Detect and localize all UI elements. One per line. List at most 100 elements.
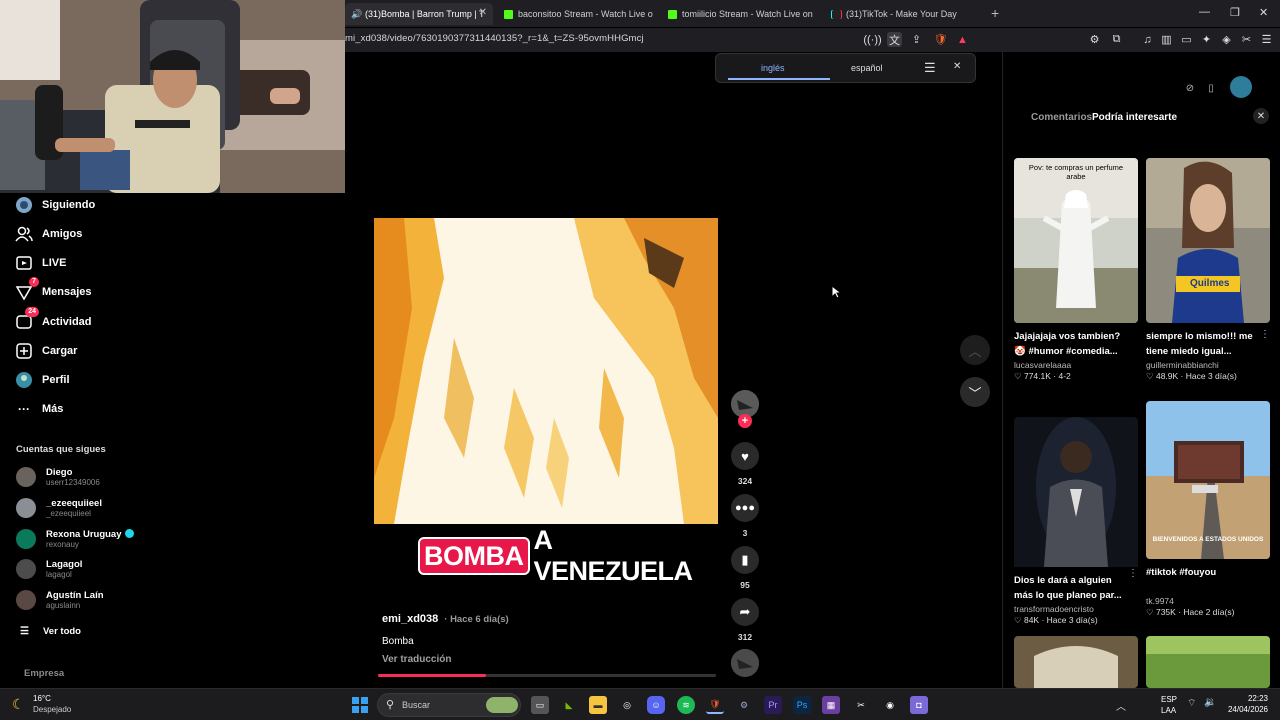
app2-icon[interactable]: ◘: [910, 696, 928, 714]
suggested-video-card[interactable]: Quilmes siempre lo mismo!!! me tiene mie…: [1146, 158, 1270, 382]
video-thumbnail[interactable]: BIENVENIDOS A ESTADOS UNIDOS: [1146, 401, 1270, 559]
suggested-video-thumbnail[interactable]: [1146, 636, 1270, 688]
footer-company[interactable]: Empresa: [24, 668, 64, 679]
tray-chevron-icon[interactable]: ︿: [1116, 698, 1126, 713]
card-user[interactable]: tk.9974: [1146, 596, 1270, 606]
steam-icon[interactable]: ⚙: [735, 696, 753, 714]
translate-menu-icon[interactable]: ☰: [924, 60, 936, 76]
nav-messages[interactable]: 7 Mensajes: [15, 277, 92, 301]
obs-icon[interactable]: ◉: [881, 696, 899, 714]
brave-rewards-icon[interactable]: ▲: [955, 32, 970, 47]
account-item[interactable]: _ezeequiieel _ezeequiieel: [16, 498, 102, 518]
new-tab-button[interactable]: +: [991, 5, 999, 21]
tab-tiktok-bomba[interactable]: 🔊 (31)Bomba | Barron Trump | T ✕: [345, 3, 493, 25]
video-progress-bar[interactable]: [378, 674, 716, 677]
media-icon[interactable]: ♫: [1140, 32, 1155, 47]
like-button[interactable]: ♥: [731, 442, 759, 470]
nav-live[interactable]: LIVE: [15, 254, 66, 272]
phone-icon[interactable]: ▯: [1204, 81, 1218, 95]
lang-source[interactable]: inglés: [761, 63, 785, 73]
video-thumbnail[interactable]: Quilmes: [1146, 158, 1270, 323]
tab-suggested[interactable]: Podría interesarte: [1092, 112, 1177, 123]
menu-icon[interactable]: ☰: [1259, 32, 1274, 47]
card-title[interactable]: Dios le dará a alguien más lo que planeo…: [1014, 573, 1138, 603]
suggested-video-card[interactable]: BIENVENIDOS A ESTADOS UNIDOS #tiktok #fo…: [1146, 401, 1270, 618]
restore-button[interactable]: ❐: [1230, 6, 1240, 19]
translate-icon[interactable]: 文: [887, 32, 902, 47]
tab-baconsitoo[interactable]: baconsitoo Stream - Watch Live o: [498, 3, 656, 25]
sidebar-toggle-icon[interactable]: ▥: [1159, 32, 1174, 47]
suggested-video-thumbnail[interactable]: [1014, 636, 1138, 688]
capcut-icon[interactable]: ✂: [852, 696, 870, 714]
discord-icon[interactable]: ☺: [647, 696, 665, 714]
nav-following[interactable]: Siguiendo: [15, 196, 95, 214]
minimize-button[interactable]: —: [1199, 6, 1210, 18]
lang-target[interactable]: español: [851, 63, 883, 73]
video-thumbnail[interactable]: [1014, 417, 1138, 582]
see-translation-link[interactable]: Ver traducción: [382, 654, 451, 665]
lang-indicator[interactable]: ESP: [1161, 695, 1177, 704]
suggested-video-card[interactable]: [1014, 417, 1138, 582]
extensions-icon[interactable]: ⚙: [1087, 32, 1102, 47]
comment-button[interactable]: ●●●: [731, 494, 759, 522]
weather-desc[interactable]: Despejado: [33, 705, 71, 714]
app-icon[interactable]: ▦: [822, 696, 840, 714]
card-title[interactable]: siempre lo mismo!!! me tiene miedo igual…: [1146, 329, 1270, 359]
brave-icon[interactable]: 🛡: [706, 696, 724, 714]
more-options-icon[interactable]: ⋮: [1128, 568, 1138, 579]
close-icon[interactable]: ✕: [953, 61, 961, 72]
account-item[interactable]: Agustín Laín aguslainn: [16, 590, 104, 610]
prev-video-button[interactable]: ︿: [960, 335, 990, 365]
author-name[interactable]: emi_xd038: [382, 613, 438, 625]
wallet-icon[interactable]: ▭: [1179, 32, 1194, 47]
card-title[interactable]: Jajajajaja vos tambien? 🤡 #humor #comedi…: [1014, 329, 1138, 359]
account-item[interactable]: Diego userr12349006: [16, 467, 100, 487]
suggested-video-card[interactable]: Pov: te compras un perfume arabe Jajajaj…: [1014, 158, 1138, 382]
tools-icon[interactable]: ✂: [1239, 32, 1254, 47]
video-player[interactable]: [374, 218, 718, 524]
close-window-button[interactable]: ✕: [1259, 6, 1268, 19]
steam-like-icon[interactable]: ◎: [618, 696, 636, 714]
next-video-button[interactable]: ﹀: [960, 377, 990, 407]
share-button[interactable]: ➦: [731, 598, 759, 626]
premiere-icon[interactable]: Pr: [764, 696, 782, 714]
more-options-icon[interactable]: ⋮: [1260, 329, 1270, 340]
save-button[interactable]: ▮: [731, 546, 759, 574]
task-view-icon[interactable]: ▭: [531, 696, 549, 714]
card-user[interactable]: guillerminabbianchi: [1146, 360, 1270, 370]
windows-start-icon[interactable]: [351, 696, 369, 714]
compass-icon[interactable]: ⊘: [1183, 81, 1197, 95]
vpn-icon[interactable]: ◈: [1219, 32, 1234, 47]
taskbar-search[interactable]: ⚲ Buscar: [377, 693, 521, 717]
follow-plus-icon[interactable]: +: [738, 414, 752, 428]
url-field[interactable]: mi_xd038/video/7630190377311440135?_r=1&…: [345, 33, 644, 44]
video-thumbnail[interactable]: Pov: te compras un perfume arabe: [1014, 158, 1138, 323]
tab-tiktok-home[interactable]: (31)TikTok - Make Your Day: [826, 3, 986, 25]
leo-icon[interactable]: ✦: [1199, 32, 1214, 47]
nav-friends[interactable]: Amigos: [15, 225, 82, 243]
screenshot-icon[interactable]: ⧉: [1109, 32, 1124, 47]
clock-time[interactable]: 22:23: [1228, 694, 1268, 703]
nav-upload[interactable]: Cargar: [15, 342, 77, 360]
weather-temp[interactable]: 16°C: [33, 694, 51, 703]
nvidia-icon[interactable]: ◣: [560, 696, 578, 714]
card-title[interactable]: #tiktok #fouyou: [1146, 565, 1270, 595]
close-panel-icon[interactable]: ✕: [1253, 108, 1269, 124]
account-item[interactable]: Lagagol lagagol: [16, 559, 82, 579]
photoshop-icon[interactable]: Ps: [793, 696, 811, 714]
nav-profile[interactable]: Perfil: [15, 371, 70, 389]
see-all-link[interactable]: ☰ Ver todo: [20, 626, 81, 637]
file-explorer-icon[interactable]: ▬: [589, 696, 607, 714]
card-user[interactable]: transformadoencristo: [1014, 604, 1138, 614]
close-tab-icon[interactable]: ✕: [479, 7, 487, 18]
volume-icon[interactable]: 🔉: [1204, 697, 1216, 708]
card-user[interactable]: lucasvarelaaaa: [1014, 360, 1138, 370]
brave-shield-icon[interactable]: 🛡: [933, 32, 948, 47]
nav-more[interactable]: ··· Más: [15, 400, 63, 418]
tab-comments[interactable]: Comentarios: [1031, 112, 1092, 123]
user-avatar[interactable]: [1230, 76, 1252, 98]
music-disc[interactable]: [731, 649, 759, 677]
account-item[interactable]: Rexona Uruguay rexonauy: [16, 529, 134, 549]
wifi-icon[interactable]: ⌔: [1187, 697, 1196, 710]
share-icon[interactable]: ⇪: [909, 32, 924, 47]
